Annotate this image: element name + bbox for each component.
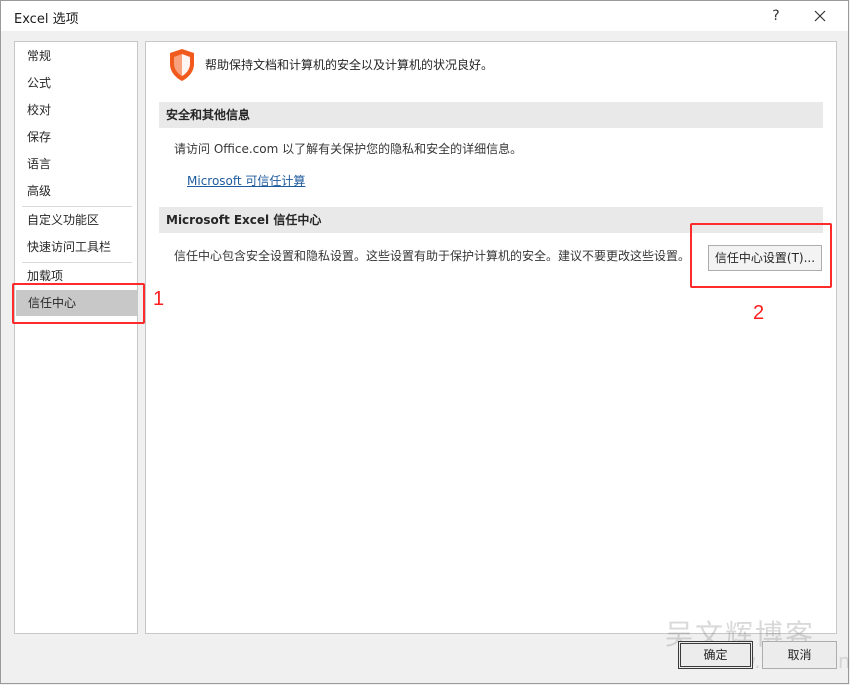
annotation-number-1: 1 <box>153 288 165 310</box>
cancel-button[interactable]: 取消 <box>762 641 837 669</box>
sidebar-item-customize-ribbon[interactable]: 自定义功能区 <box>15 207 137 233</box>
annotation-box-1 <box>12 283 145 324</box>
help-button[interactable]: ? <box>761 1 791 31</box>
sidebar-item-proofing[interactable]: 校对 <box>15 97 137 123</box>
annotation-box-2 <box>690 223 832 288</box>
sidebar-item-quick-access-toolbar[interactable]: 快速访问工具栏 <box>15 234 137 260</box>
sidebar-item-formulas[interactable]: 公式 <box>15 70 137 96</box>
trust-center-description: 信任中心包含安全设置和隐私设置。这些设置有助于保护计算机的安全。建议不要更改这些… <box>174 249 691 263</box>
title-bar[interactable]: Excel 选项 ? <box>1 1 848 31</box>
sidebar-item-general[interactable]: 常规 <box>15 43 137 69</box>
shield-icon <box>170 49 194 81</box>
sidebar: 常规 公式 校对 保存 语言 高级 自定义功能区 快速访问工具栏 加载项 信任中… <box>14 41 138 634</box>
main-panel: 帮助保持文档和计算机的安全以及计算机的状况良好。 安全和其他信息 请访问 Off… <box>145 41 837 634</box>
section-security-title: 安全和其他信息 <box>159 102 823 128</box>
page-header-text: 帮助保持文档和计算机的安全以及计算机的状况良好。 <box>205 58 494 72</box>
sidebar-item-advanced[interactable]: 高级 <box>15 178 137 204</box>
security-info-text: 请访问 Office.com 以了解有关保护您的隐私和安全的详细信息。 <box>174 142 523 156</box>
sidebar-item-language[interactable]: 语言 <box>15 151 137 177</box>
ok-button[interactable]: 确定 <box>678 641 753 669</box>
sidebar-item-save[interactable]: 保存 <box>15 124 137 150</box>
excel-options-dialog: Excel 选项 ? 常规 公式 校对 保存 语言 高级 自定义功能区 快速访问… <box>0 0 850 684</box>
close-icon <box>814 10 826 22</box>
close-button[interactable] <box>801 1 841 31</box>
annotation-number-2: 2 <box>753 302 765 324</box>
trustworthy-computing-link[interactable]: Microsoft 可信任计算 <box>187 172 305 189</box>
window-title: Excel 选项 <box>14 12 79 27</box>
